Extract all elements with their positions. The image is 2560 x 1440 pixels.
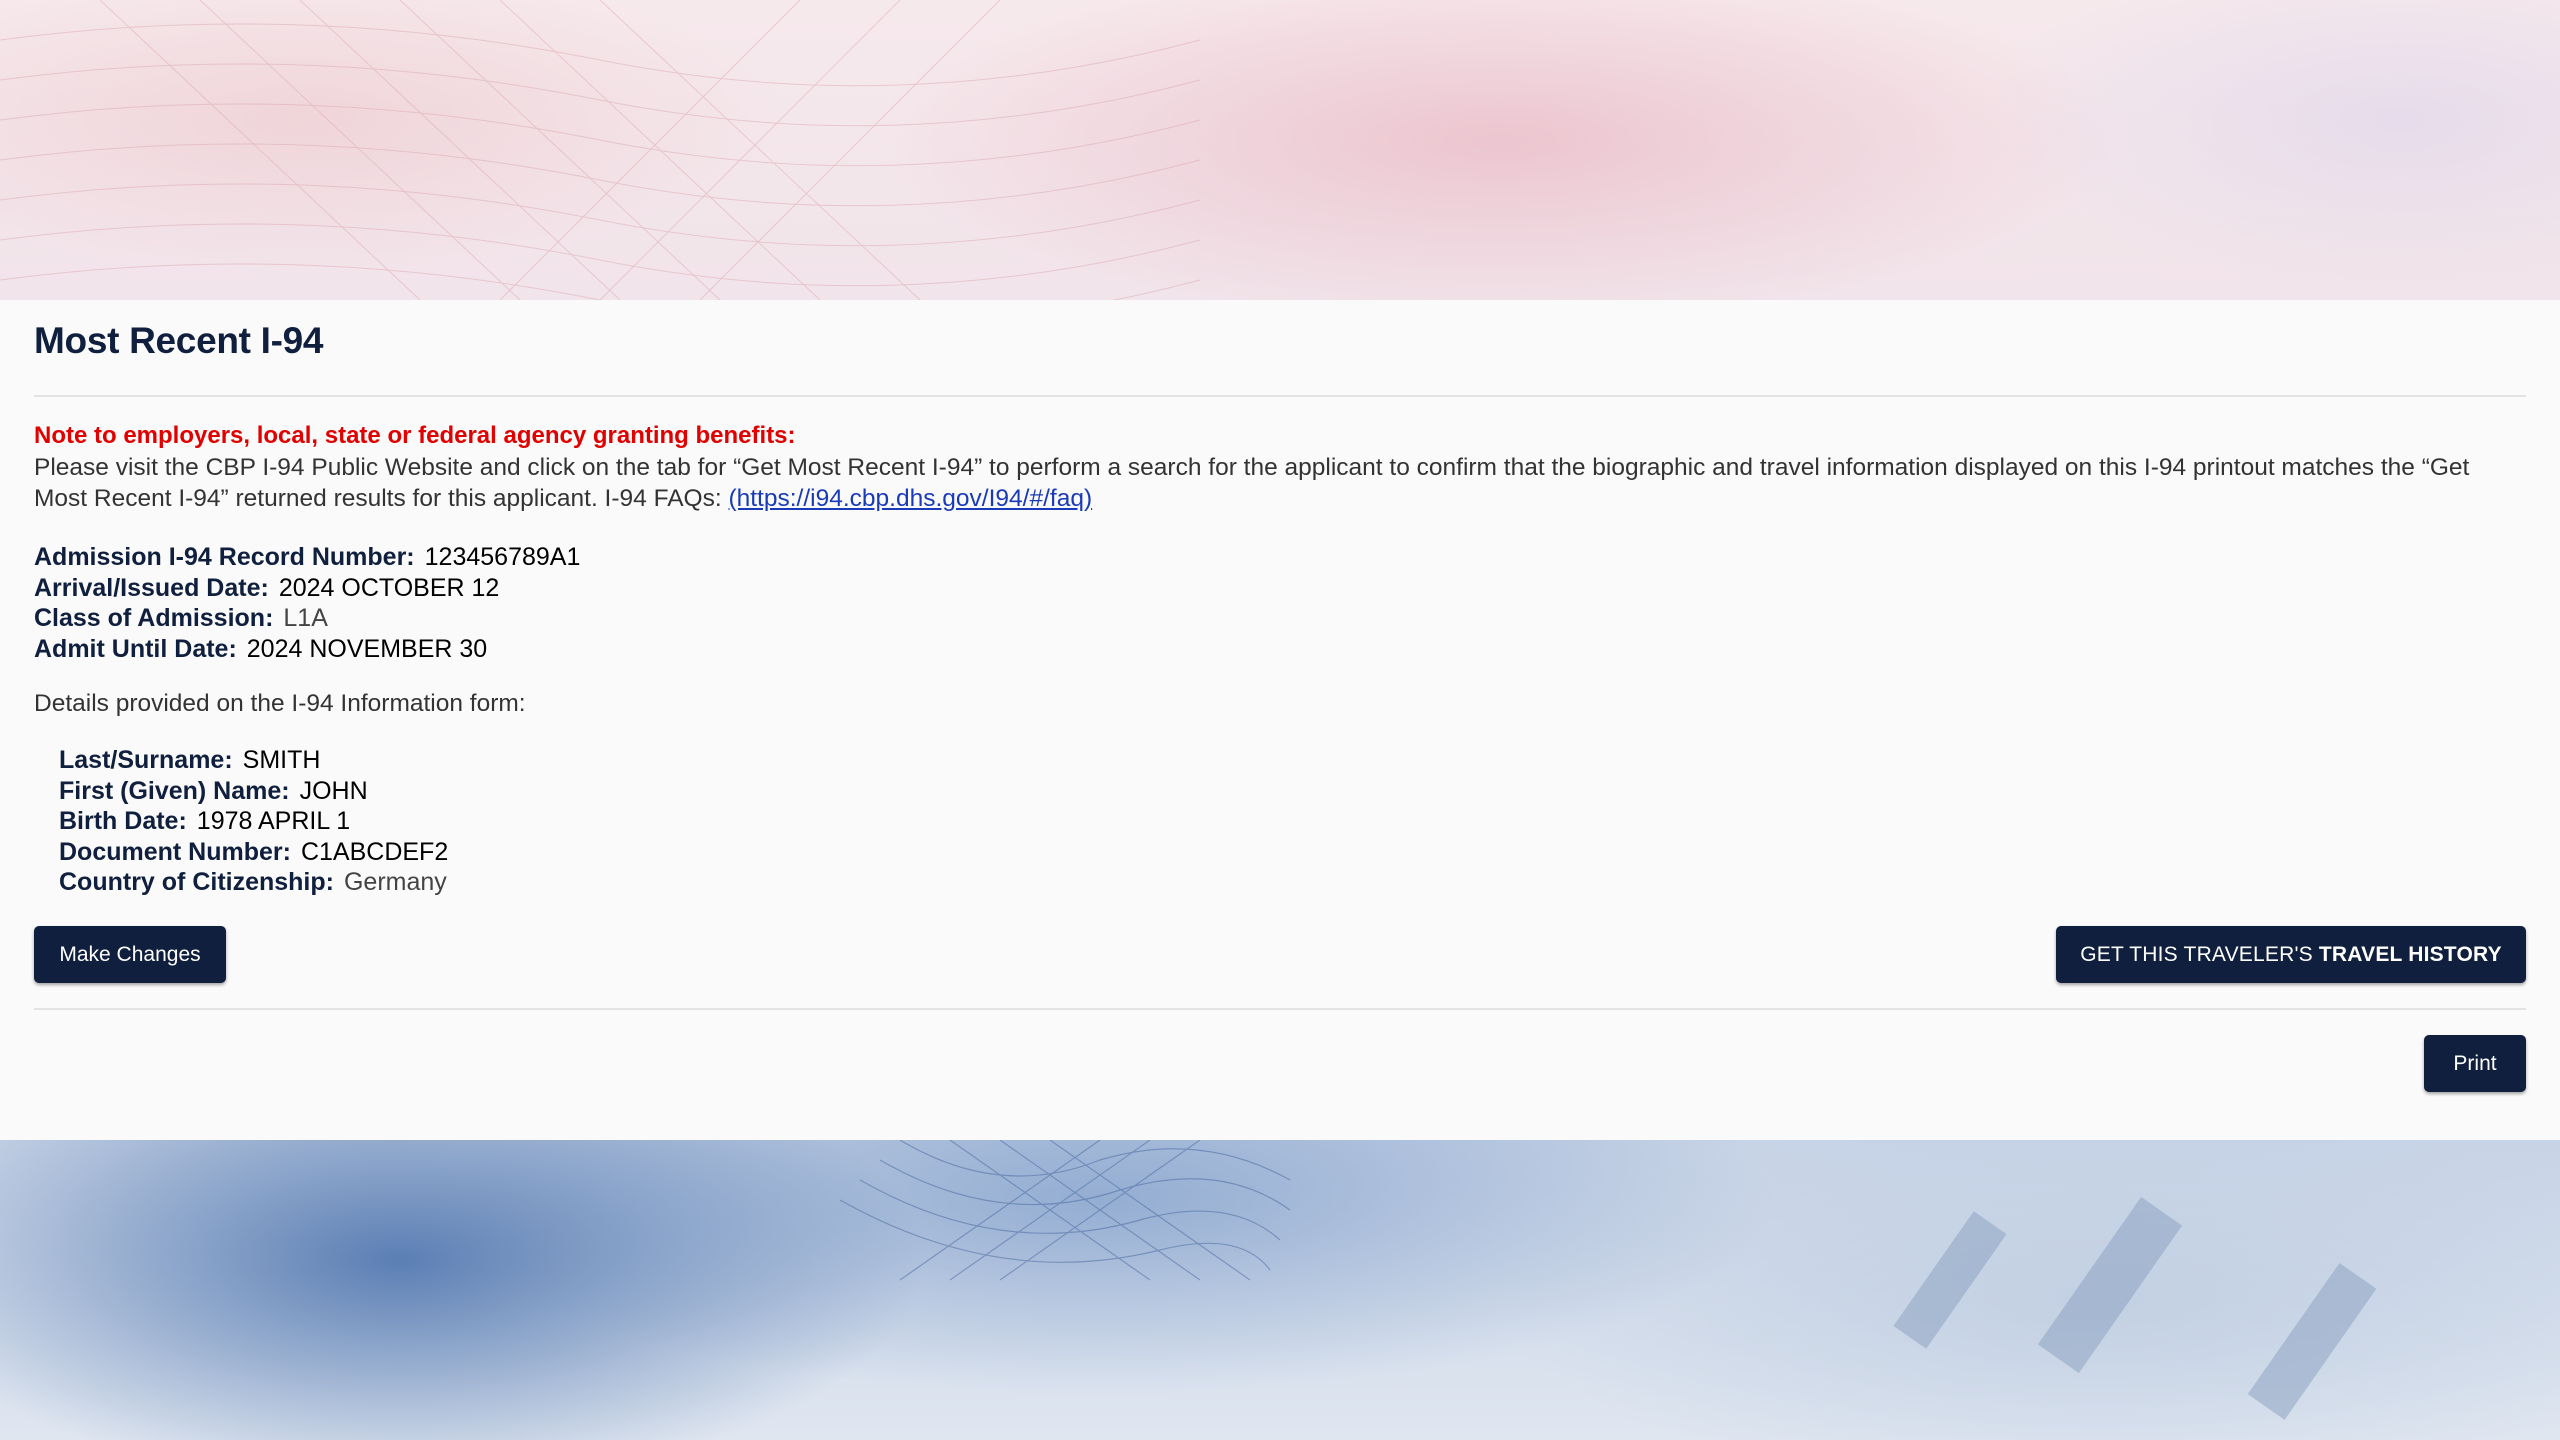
make-changes-button[interactable]: Make Changes — [34, 926, 226, 983]
birth-date-label: Birth Date: — [59, 807, 187, 835]
arrival-date-row: Arrival/Issued Date: 2024 OCTOBER 12 — [34, 573, 580, 604]
citizenship-label: Country of Citizenship: — [59, 868, 334, 896]
print-button[interactable]: Print — [2424, 1035, 2526, 1092]
title-divider — [34, 395, 2526, 397]
faq-link[interactable]: (https://i94.cbp.dhs.gov/I94/#/faq) — [728, 485, 1092, 512]
given-name-row: First (Given) Name: JOHN — [59, 776, 448, 807]
class-of-admission-value: L1A — [283, 604, 328, 632]
surname-value: SMITH — [242, 746, 321, 774]
class-of-admission-row: Class of Admission: L1A — [34, 603, 580, 634]
travel-history-button[interactable]: GET THIS TRAVELER'S TRAVEL HISTORY — [2056, 926, 2526, 983]
document-number-label: Document Number: — [59, 837, 291, 866]
citizenship-row: Country of Citizenship: Germany — [59, 867, 448, 898]
arrival-date-value: 2024 OCTOBER 12 — [278, 573, 500, 602]
admit-until-value: 2024 NOVEMBER 30 — [246, 634, 488, 663]
arrival-date-label: Arrival/Issued Date: — [34, 573, 269, 602]
travel-history-button-prefix: GET THIS TRAVELER'S — [2080, 942, 2319, 966]
actions-divider — [34, 1008, 2526, 1010]
details-heading: Details provided on the I-94 Information… — [34, 690, 526, 717]
page-title: Most Recent I-94 — [34, 320, 324, 361]
header-background-image — [0, 0, 2560, 300]
employer-note-body: Please visit the CBP I-94 Public Website… — [34, 454, 2470, 512]
travel-history-button-bold: TRAVEL HISTORY — [2318, 942, 2502, 966]
document-number-row: Document Number: C1ABCDEF2 — [59, 837, 448, 868]
admission-number-label: Admission I-94 Record Number: — [34, 543, 415, 571]
birth-date-value: 1978 APRIL 1 — [196, 807, 351, 835]
class-of-admission-label: Class of Admission: — [34, 604, 274, 632]
given-name-value: JOHN — [299, 776, 368, 805]
given-name-label: First (Given) Name: — [59, 776, 290, 805]
traveler-details: Last/Surname: SMITH First (Given) Name: JO… — [59, 745, 448, 898]
surname-row: Last/Surname: SMITH — [59, 745, 448, 776]
admission-number-row: Admission I-94 Record Number: 123456789A1 — [34, 542, 580, 573]
surname-label: Last/Surname: — [59, 746, 233, 774]
admit-until-row: Admit Until Date: 2024 NOVEMBER 30 — [34, 634, 580, 665]
admission-record: Admission I-94 Record Number: 123456789A1… — [34, 542, 580, 664]
document-number-value: C1ABCDEF2 — [300, 837, 449, 866]
citizenship-value: Germany — [343, 868, 447, 896]
employer-note-text: Please visit the CBP I-94 Public Website… — [34, 452, 2524, 514]
admission-number-value: 123456789A1 — [424, 543, 581, 571]
employer-note-heading: Note to employers, local, state or feder… — [34, 422, 796, 449]
admit-until-label: Admit Until Date: — [34, 634, 237, 663]
i94-record-panel: Most Recent I-94 Note to employers, loca… — [0, 300, 2560, 1140]
footer-background-image — [0, 1140, 2560, 1440]
birth-date-row: Birth Date: 1978 APRIL 1 — [59, 806, 448, 837]
